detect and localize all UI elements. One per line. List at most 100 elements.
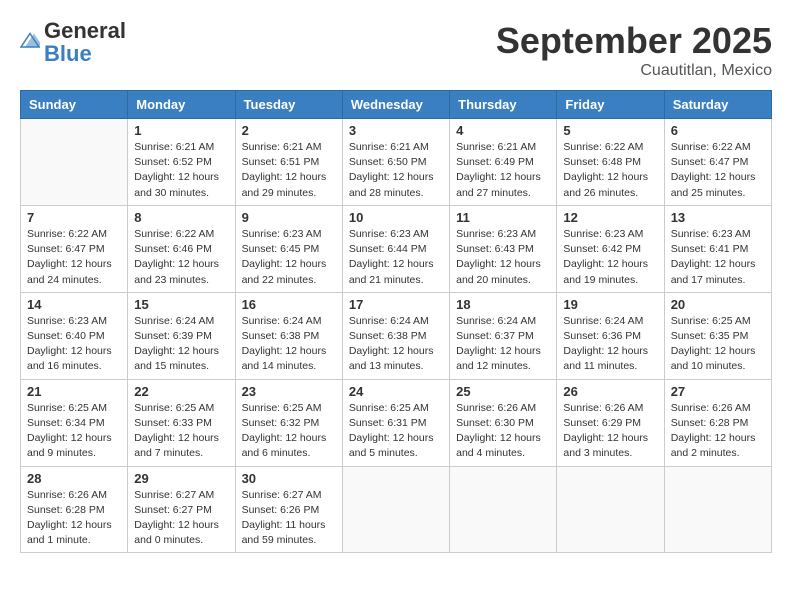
day-number: 20 (671, 297, 765, 312)
weekday-header-wednesday: Wednesday (342, 91, 449, 119)
day-number: 2 (242, 123, 336, 138)
day-info: Sunrise: 6:23 AM Sunset: 6:43 PM Dayligh… (456, 227, 550, 288)
day-info: Sunrise: 6:27 AM Sunset: 6:26 PM Dayligh… (242, 488, 336, 549)
logo-graphic (20, 31, 40, 56)
weekday-header-monday: Monday (128, 91, 235, 119)
day-number: 27 (671, 384, 765, 399)
calendar-cell (664, 466, 771, 553)
day-number: 7 (27, 210, 121, 225)
day-info: Sunrise: 6:22 AM Sunset: 6:48 PM Dayligh… (563, 140, 657, 201)
day-number: 15 (134, 297, 228, 312)
calendar-cell: 22Sunrise: 6:25 AM Sunset: 6:33 PM Dayli… (128, 379, 235, 466)
day-number: 1 (134, 123, 228, 138)
calendar-cell: 5 Sunrise: 6:22 AM Sunset: 6:48 PM Daylig… (557, 119, 664, 206)
calendar-cell: 12Sunrise: 6:23 AM Sunset: 6:42 PM Dayli… (557, 205, 664, 292)
day-info: Sunrise: 6:23 AM Sunset: 6:42 PM Dayligh… (563, 227, 657, 288)
day-info: Sunrise: 6:21 AM Sunset: 6:50 PM Dayligh… (349, 140, 443, 201)
calendar-cell (342, 466, 449, 553)
calendar-cell (450, 466, 557, 553)
day-info: Sunrise: 6:21 AM Sunset: 6:52 PM Dayligh… (134, 140, 228, 201)
calendar-cell: 20 Sunrise: 6:25 AM Sunset: 6:35 PM Dayli… (664, 292, 771, 379)
calendar-cell: 11Sunrise: 6:23 AM Sunset: 6:43 PM Dayli… (450, 205, 557, 292)
calendar-cell: 1 Sunrise: 6:21 AM Sunset: 6:52 PM Daylig… (128, 119, 235, 206)
calendar-cell: 19 Sunrise: 6:24 AM Sunset: 6:36 PM Dayli… (557, 292, 664, 379)
day-info: Sunrise: 6:22 AM Sunset: 6:47 PM Dayligh… (671, 140, 765, 201)
title-block: September 2025 Cuautitlan, Mexico (496, 20, 772, 80)
logo: General Blue (20, 20, 126, 66)
day-number: 10 (349, 210, 443, 225)
day-number: 3 (349, 123, 443, 138)
day-number: 18 (456, 297, 550, 312)
day-number: 23 (242, 384, 336, 399)
day-number: 29 (134, 471, 228, 486)
day-number: 30 (242, 471, 336, 486)
day-info: Sunrise: 6:21 AM Sunset: 6:49 PM Dayligh… (456, 140, 550, 201)
day-info: Sunrise: 6:26 AM Sunset: 6:30 PM Dayligh… (456, 401, 550, 462)
calendar-cell: 6 Sunrise: 6:22 AM Sunset: 6:47 PM Daylig… (664, 119, 771, 206)
day-number: 22 (134, 384, 228, 399)
day-number: 8 (134, 210, 228, 225)
calendar-table: SundayMondayTuesdayWednesdayThursdayFrid… (20, 90, 772, 553)
calendar-week-row: 14Sunrise: 6:23 AM Sunset: 6:40 PM Dayli… (21, 292, 772, 379)
logo-text: General Blue (44, 20, 126, 66)
calendar-cell: 3 Sunrise: 6:21 AM Sunset: 6:50 PM Daylig… (342, 119, 449, 206)
day-info: Sunrise: 6:23 AM Sunset: 6:45 PM Dayligh… (242, 227, 336, 288)
calendar-cell: 14Sunrise: 6:23 AM Sunset: 6:40 PM Dayli… (21, 292, 128, 379)
calendar-cell: 13 Sunrise: 6:23 AM Sunset: 6:41 PM Dayli… (664, 205, 771, 292)
day-info: Sunrise: 6:25 AM Sunset: 6:31 PM Dayligh… (349, 401, 443, 462)
day-number: 21 (27, 384, 121, 399)
calendar-cell: 9Sunrise: 6:23 AM Sunset: 6:45 PM Daylig… (235, 205, 342, 292)
day-number: 4 (456, 123, 550, 138)
day-info: Sunrise: 6:24 AM Sunset: 6:39 PM Dayligh… (134, 314, 228, 375)
day-info: Sunrise: 6:26 AM Sunset: 6:28 PM Dayligh… (27, 488, 121, 549)
calendar-cell: 29 Sunrise: 6:27 AM Sunset: 6:27 PM Dayli… (128, 466, 235, 553)
calendar-cell: 15 Sunrise: 6:24 AM Sunset: 6:39 PM Dayli… (128, 292, 235, 379)
day-info: Sunrise: 6:25 AM Sunset: 6:34 PM Dayligh… (27, 401, 121, 462)
day-number: 17 (349, 297, 443, 312)
weekday-header-tuesday: Tuesday (235, 91, 342, 119)
day-info: Sunrise: 6:24 AM Sunset: 6:36 PM Dayligh… (563, 314, 657, 375)
calendar-cell: 18 Sunrise: 6:24 AM Sunset: 6:37 PM Dayli… (450, 292, 557, 379)
calendar-week-row: 28 Sunrise: 6:26 AM Sunset: 6:28 PM Dayli… (21, 466, 772, 553)
calendar-cell: 7Sunrise: 6:22 AM Sunset: 6:47 PM Daylig… (21, 205, 128, 292)
calendar-cell: 25 Sunrise: 6:26 AM Sunset: 6:30 PM Dayli… (450, 379, 557, 466)
day-info: Sunrise: 6:26 AM Sunset: 6:28 PM Dayligh… (671, 401, 765, 462)
day-number: 13 (671, 210, 765, 225)
calendar-cell: 8Sunrise: 6:22 AM Sunset: 6:46 PM Daylig… (128, 205, 235, 292)
day-info: Sunrise: 6:25 AM Sunset: 6:32 PM Dayligh… (242, 401, 336, 462)
weekday-header-thursday: Thursday (450, 91, 557, 119)
calendar-cell: 10 Sunrise: 6:23 AM Sunset: 6:44 PM Dayli… (342, 205, 449, 292)
day-number: 6 (671, 123, 765, 138)
day-info: Sunrise: 6:27 AM Sunset: 6:27 PM Dayligh… (134, 488, 228, 549)
calendar-cell: 23 Sunrise: 6:25 AM Sunset: 6:32 PM Dayli… (235, 379, 342, 466)
day-info: Sunrise: 6:21 AM Sunset: 6:51 PM Dayligh… (242, 140, 336, 201)
calendar-cell (557, 466, 664, 553)
day-number: 24 (349, 384, 443, 399)
calendar-cell: 26Sunrise: 6:26 AM Sunset: 6:29 PM Dayli… (557, 379, 664, 466)
calendar-week-row: 7Sunrise: 6:22 AM Sunset: 6:47 PM Daylig… (21, 205, 772, 292)
page-header: General Blue September 2025 Cuautitlan, … (20, 20, 772, 80)
calendar-body: 1 Sunrise: 6:21 AM Sunset: 6:52 PM Daylig… (21, 119, 772, 553)
day-info: Sunrise: 6:25 AM Sunset: 6:35 PM Dayligh… (671, 314, 765, 375)
calendar-cell: 27 Sunrise: 6:26 AM Sunset: 6:28 PM Dayli… (664, 379, 771, 466)
day-number: 28 (27, 471, 121, 486)
weekday-header-saturday: Saturday (664, 91, 771, 119)
location-title: Cuautitlan, Mexico (496, 62, 772, 80)
day-number: 5 (563, 123, 657, 138)
day-number: 19 (563, 297, 657, 312)
day-number: 16 (242, 297, 336, 312)
day-info: Sunrise: 6:23 AM Sunset: 6:40 PM Dayligh… (27, 314, 121, 375)
day-number: 25 (456, 384, 550, 399)
calendar-cell: 4 Sunrise: 6:21 AM Sunset: 6:49 PM Daylig… (450, 119, 557, 206)
calendar-cell: 16 Sunrise: 6:24 AM Sunset: 6:38 PM Dayli… (235, 292, 342, 379)
calendar-week-row: 1 Sunrise: 6:21 AM Sunset: 6:52 PM Daylig… (21, 119, 772, 206)
calendar-week-row: 21 Sunrise: 6:25 AM Sunset: 6:34 PM Dayli… (21, 379, 772, 466)
day-info: Sunrise: 6:26 AM Sunset: 6:29 PM Dayligh… (563, 401, 657, 462)
calendar-cell: 28 Sunrise: 6:26 AM Sunset: 6:28 PM Dayli… (21, 466, 128, 553)
day-info: Sunrise: 6:23 AM Sunset: 6:44 PM Dayligh… (349, 227, 443, 288)
day-info: Sunrise: 6:24 AM Sunset: 6:38 PM Dayligh… (242, 314, 336, 375)
calendar-cell: 17Sunrise: 6:24 AM Sunset: 6:38 PM Dayli… (342, 292, 449, 379)
day-info: Sunrise: 6:24 AM Sunset: 6:37 PM Dayligh… (456, 314, 550, 375)
day-info: Sunrise: 6:23 AM Sunset: 6:41 PM Dayligh… (671, 227, 765, 288)
month-title: September 2025 (496, 20, 772, 62)
